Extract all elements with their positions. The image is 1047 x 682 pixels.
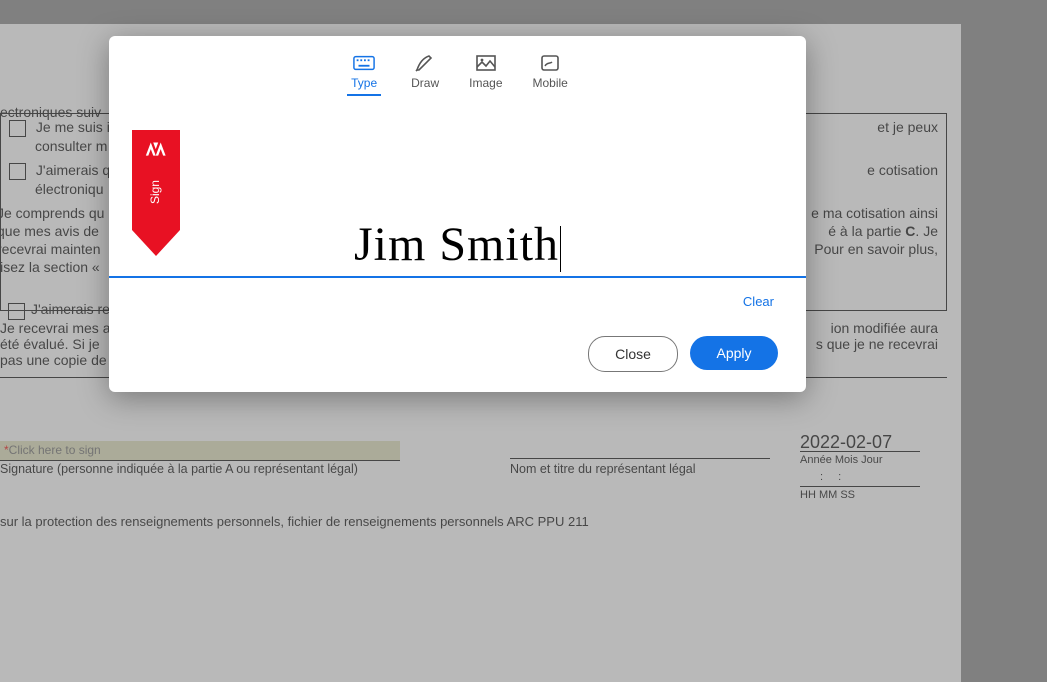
- text: et je peux: [877, 118, 938, 136]
- clear-link[interactable]: Clear: [743, 294, 774, 309]
- signature-field[interactable]: *Click here to sign: [0, 441, 400, 460]
- text: e ma cotisation ainsi: [811, 204, 938, 222]
- tab-image[interactable]: Image: [469, 54, 502, 96]
- close-button[interactable]: Close: [588, 336, 678, 372]
- text: Pour en savoir plus,: [814, 240, 938, 258]
- tab-draw[interactable]: Draw: [411, 54, 439, 96]
- image-icon: [475, 54, 497, 72]
- declaration-box: Partie F – Déclara J'atteste que les ren…: [0, 377, 947, 504]
- signature-tab-bar: Type Draw Image Mobile: [109, 54, 806, 96]
- text: e cotisation: [867, 161, 938, 179]
- sign-pointer-text: Sign: [148, 180, 196, 204]
- keyboard-icon: [353, 54, 375, 72]
- text: recevrai mainten: [0, 241, 101, 257]
- tab-image-label: Image: [469, 76, 502, 90]
- text: é à la partie: [828, 223, 901, 239]
- date-value: 2022-02-07: [800, 434, 940, 451]
- tab-mobile-label: Mobile: [533, 76, 568, 90]
- text: Je comprends qu: [0, 205, 104, 221]
- signature-area: *Click here to sign Signature (personne …: [0, 441, 400, 478]
- text: que mes avis de: [0, 223, 99, 239]
- text: s que je ne recevrai: [816, 336, 938, 352]
- adobe-icon: [132, 140, 180, 168]
- checkbox-3[interactable]: [8, 303, 25, 320]
- tab-type-label: Type: [351, 76, 377, 90]
- text: J'aimerais rec: [31, 301, 117, 317]
- sign-here-pointer: Sign: [132, 130, 180, 258]
- checkbox-1[interactable]: [9, 120, 26, 137]
- text: J'aimerais qu: [36, 162, 118, 178]
- text: Je recevrai mes a: [0, 320, 110, 336]
- pen-icon: [414, 54, 436, 72]
- date-area: 2022-02-07 Année Mois Jour : : HH MM SS: [800, 434, 940, 504]
- privacy-note: sur la protection des renseignements per…: [0, 514, 589, 529]
- date-line-2: : :: [800, 469, 940, 486]
- text: été évalué. Si je: [0, 336, 100, 352]
- typed-signature-text: Jim Smith: [354, 217, 561, 276]
- checkbox-2[interactable]: [9, 163, 26, 180]
- text: ion modifiée aura: [831, 320, 938, 336]
- representative-label: Nom et titre du représentant légal: [510, 461, 770, 478]
- signature-placeholder: Click here to sign: [9, 442, 101, 459]
- mobile-icon: [539, 54, 561, 72]
- apply-button[interactable]: Apply: [690, 336, 778, 370]
- date-label-3: HH MM SS: [800, 487, 940, 504]
- signature-label: Signature (personne indiquée à la partie…: [0, 461, 400, 478]
- tab-mobile[interactable]: Mobile: [533, 54, 568, 96]
- signature-canvas[interactable]: Jim Smith: [109, 186, 806, 278]
- tab-type[interactable]: Type: [347, 54, 381, 96]
- tab-draw-label: Draw: [411, 76, 439, 90]
- text: . Je: [915, 223, 938, 239]
- date-label-1: Année Mois Jour: [800, 452, 940, 469]
- representative-area: Nom et titre du représentant légal: [510, 458, 770, 478]
- text: C: [905, 223, 915, 239]
- signature-modal: Type Draw Image Mobile: [109, 36, 806, 392]
